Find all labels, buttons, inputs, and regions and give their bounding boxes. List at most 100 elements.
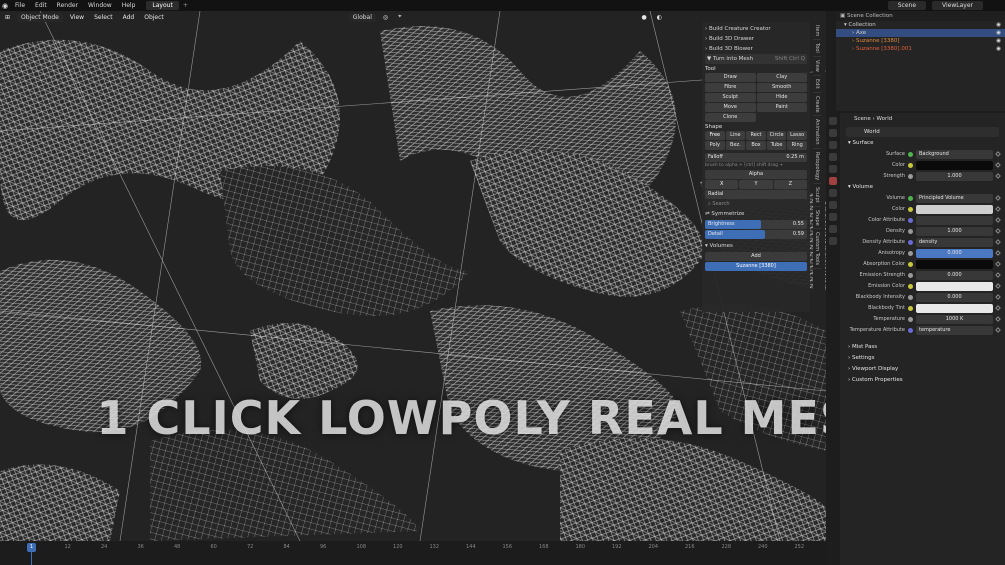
menu-file[interactable]: File [10, 2, 30, 9]
menu-object[interactable]: Object [139, 14, 169, 21]
shape-poly[interactable]: Poly [705, 141, 725, 150]
socket-dot-icon[interactable] [908, 317, 913, 322]
pivot-icon[interactable]: ◎ [378, 14, 393, 21]
detail-slider[interactable]: Detail 0.59 [705, 230, 807, 239]
tool-sculpt[interactable]: Sculpt [705, 93, 756, 102]
tab-shape[interactable]: Shape [813, 207, 821, 230]
socket-dot-icon[interactable] [908, 328, 913, 333]
data-tab-icon[interactable] [829, 237, 837, 245]
socket-dot-icon[interactable] [908, 251, 913, 256]
menu-add[interactable]: Add [118, 14, 140, 21]
socket-dot-icon[interactable] [908, 295, 913, 300]
editor-type-icon[interactable]: ⊞ [0, 14, 15, 21]
shape-circle[interactable]: Circle [766, 131, 787, 140]
brightness-slider[interactable]: Brightness 0.55 [705, 220, 807, 229]
tool-clay[interactable]: Clay [756, 73, 807, 82]
tab-sculpt[interactable]: Sculpt [813, 184, 821, 207]
axis-z-toggle[interactable]: Z [773, 180, 807, 189]
menu-help[interactable]: Help [117, 2, 141, 9]
property-field[interactable]: Background [916, 150, 993, 159]
surface-panel-header[interactable]: ▾ Surface [840, 138, 1005, 149]
volume-panel-header[interactable]: ▾ Volume [840, 182, 1005, 193]
keyframe-icon[interactable] [995, 206, 1001, 212]
tab-edit[interactable]: Edit [813, 76, 821, 93]
menu-select[interactable]: Select [89, 14, 118, 21]
shape-box[interactable]: Box [746, 141, 766, 150]
tool-smooth[interactable]: Smooth [756, 83, 807, 92]
add-workspace-icon[interactable]: + [183, 2, 188, 9]
tool-fibre[interactable]: Fibre [705, 83, 756, 92]
keyframe-icon[interactable] [995, 327, 1001, 333]
workspace-tab-layout[interactable]: Layout [146, 1, 179, 10]
turn-into-mesh-button[interactable]: ▼ Turn into Mesh Shift Ctrl Q [705, 54, 807, 64]
socket-dot-icon[interactable] [908, 174, 913, 179]
tab-item[interactable]: Item [813, 22, 821, 41]
collapsed-panel[interactable]: › Build Creature Creator [705, 24, 807, 34]
tool-hide[interactable]: Hide [756, 93, 807, 102]
property-field[interactable]: 1000 K [916, 315, 993, 324]
shading-material-icon[interactable]: ◐ [652, 14, 667, 21]
shape-free[interactable]: Free [705, 131, 725, 140]
property-field[interactable] [916, 260, 993, 269]
property-field[interactable] [916, 216, 993, 225]
menu-window[interactable]: Window [83, 2, 117, 9]
visibility-eye-icon[interactable]: ◉ [996, 45, 1001, 53]
keyframe-icon[interactable] [995, 305, 1001, 311]
property-field[interactable] [916, 161, 993, 170]
tool-paint[interactable]: Paint [756, 103, 807, 112]
keyframe-icon[interactable] [995, 151, 1001, 157]
tab-create[interactable]: Create [813, 93, 821, 117]
property-field[interactable]: 0.000 [916, 249, 993, 258]
visibility-eye-icon[interactable]: ◉ [996, 29, 1001, 37]
axis-y-toggle[interactable]: Y [739, 180, 773, 189]
symmetrize-row[interactable]: ⇌ Symmetrize [705, 209, 807, 219]
keyframe-icon[interactable] [995, 217, 1001, 223]
socket-dot-icon[interactable] [908, 262, 913, 267]
collection-row[interactable]: ▾ Collection ◉ [836, 21, 1005, 29]
keyframe-icon[interactable] [995, 283, 1001, 289]
keyframe-icon[interactable] [995, 173, 1001, 179]
tool-clone[interactable]: Clone [705, 113, 756, 122]
object-tab-icon[interactable] [829, 189, 837, 197]
radial-field[interactable]: Radial [705, 190, 807, 199]
outliner-root[interactable]: ▣ Scene Collection [836, 11, 1005, 21]
collapsed-panel[interactable]: › Build 3D Drawer [705, 34, 807, 44]
shape-line[interactable]: Line [725, 131, 746, 140]
socket-dot-icon[interactable] [908, 207, 913, 212]
tool-tab-icon[interactable] [829, 117, 837, 125]
keyframe-icon[interactable] [995, 261, 1001, 267]
axis-x-toggle[interactable]: X [705, 180, 739, 189]
property-field[interactable]: 0.000 [916, 293, 993, 302]
tab-custom-tools[interactable]: Custom Tools [813, 229, 821, 270]
keyframe-icon[interactable] [995, 228, 1001, 234]
current-frame-indicator[interactable]: 1 [27, 543, 36, 552]
visibility-eye-icon[interactable]: ◉ [996, 21, 1001, 29]
custom-properties-panel[interactable]: › Custom Properties [840, 375, 1005, 386]
socket-dot-icon[interactable] [908, 284, 913, 289]
volumes-panel-header[interactable]: ▾ Volumes [705, 241, 807, 251]
property-field[interactable] [916, 205, 993, 214]
tab-animation[interactable]: Animation [813, 116, 821, 149]
menu-view[interactable]: View [65, 14, 89, 21]
render-tab-icon[interactable] [829, 129, 837, 137]
keyframe-icon[interactable] [995, 316, 1001, 322]
blender-logo-icon[interactable]: ◉ [0, 2, 10, 10]
collapsed-panel[interactable]: › Build 3D Blower [705, 44, 807, 54]
view-layer-tab-icon[interactable] [829, 153, 837, 161]
shape-tube[interactable]: Tube [766, 141, 787, 150]
scene-selector[interactable]: Scene [887, 1, 927, 10]
property-field[interactable]: temperature [916, 326, 993, 335]
outliner-item-axe[interactable]: › Axe ◉ [836, 29, 1005, 37]
tab-tool[interactable]: Tool [813, 40, 821, 58]
property-field[interactable] [916, 282, 993, 291]
scene-tab-icon[interactable] [829, 165, 837, 173]
output-tab-icon[interactable] [829, 141, 837, 149]
visibility-eye-icon[interactable]: ◉ [996, 37, 1001, 45]
shape-bezier[interactable]: Bez. [725, 141, 746, 150]
volume-list-item[interactable]: Suzanne [3380] [705, 262, 807, 271]
property-field[interactable]: 1.000 [916, 172, 993, 181]
shading-solid-icon[interactable]: ● [637, 14, 652, 21]
shape-rect[interactable]: Rect [746, 131, 766, 140]
add-volume-button[interactable]: Add [705, 252, 807, 261]
search-input[interactable]: ⌕ Search [705, 200, 807, 209]
